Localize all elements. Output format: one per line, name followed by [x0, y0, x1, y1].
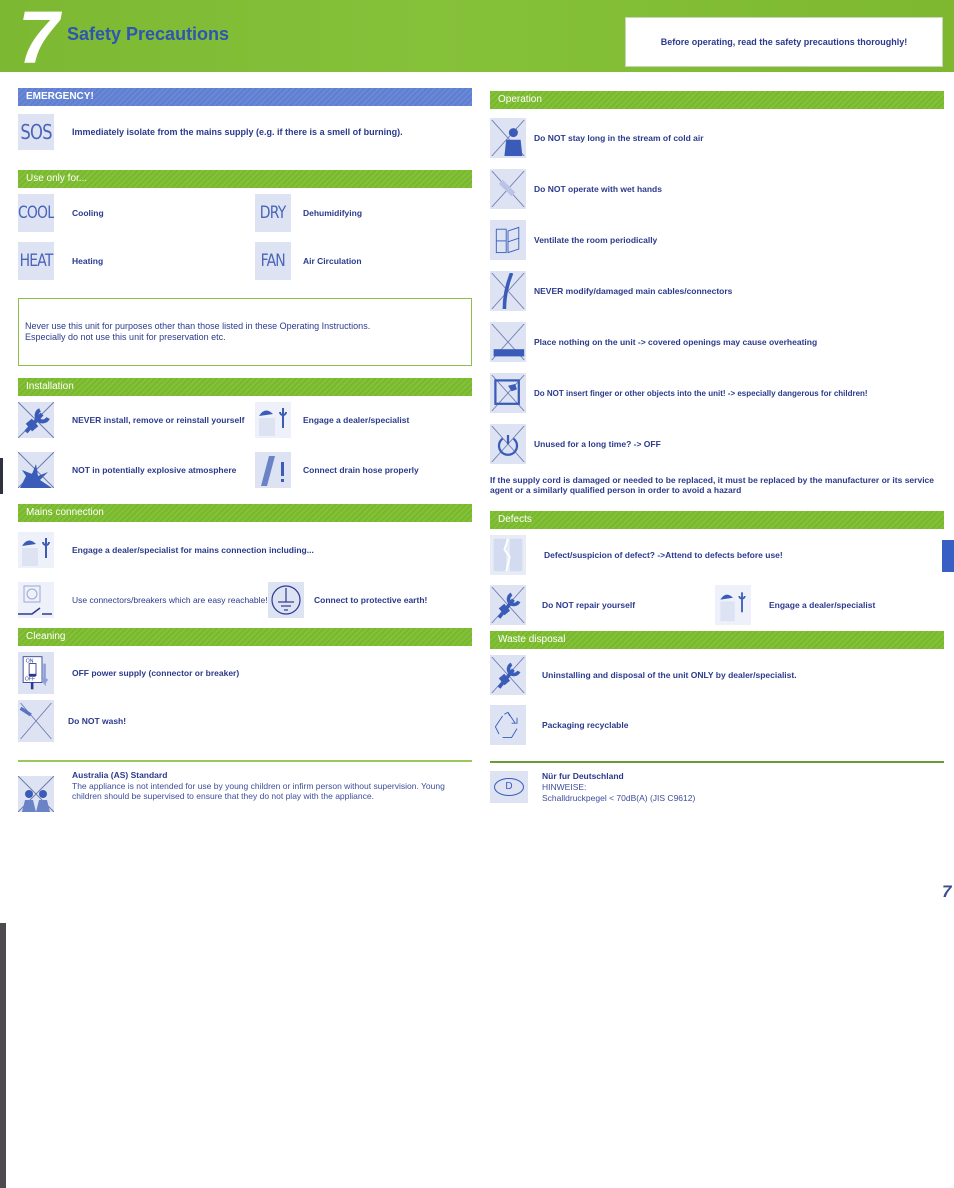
operation-item: Do NOT stay long in the stream of cold a…	[490, 115, 944, 161]
australia-standard-note: Australia (AS) Standard The appliance is…	[18, 770, 472, 812]
usage-warning-box: Never use this unit for purposes other t…	[18, 298, 472, 366]
no-wash-icon	[18, 700, 54, 742]
recycle-icon	[490, 705, 526, 745]
no-cover-icon	[490, 322, 526, 362]
dry-icon: DRY	[255, 194, 291, 232]
cleaning-item: Do NOT wash!	[18, 700, 472, 742]
ventilate-window-icon	[490, 220, 526, 260]
defects-item: Engage a dealer/specialist	[715, 585, 944, 625]
fan-icon: FAN	[255, 242, 291, 280]
section-heading-mains-connection: Mains connection	[18, 504, 472, 522]
no-cold-air-icon	[490, 118, 526, 158]
defects-item: Do NOT repair yourself	[490, 585, 715, 625]
country-d-icon: D	[490, 770, 528, 803]
use-item-air-circulation: FAN Air Circulation	[255, 242, 472, 280]
mains-item: Engage a dealer/specialist for mains con…	[18, 532, 472, 568]
safety-notice-text: Before operating, read the safety precau…	[660, 37, 908, 47]
page-number: 7	[942, 882, 952, 901]
installation-item: NEVER install, remove or reinstall yours…	[18, 402, 255, 438]
specialist-icon	[715, 585, 751, 625]
cool-icon: COOL	[18, 194, 54, 232]
germany-note: D Nür fur Deutschland HINWEISE: Schalldr…	[490, 770, 944, 804]
drain-hose-icon	[255, 452, 291, 488]
usage-warning-line1: Never use this unit for purposes other t…	[25, 321, 371, 331]
chapter-side-tab	[942, 540, 954, 572]
installation-grid: NEVER install, remove or reinstall yours…	[18, 402, 472, 488]
australia-text: The appliance is not intended for use by…	[72, 781, 445, 801]
use-item-cooling: COOL Cooling	[18, 194, 255, 232]
cleaning-item: ON OFF OFF power supply (connector or bre…	[18, 652, 472, 694]
divider	[490, 761, 944, 763]
power-icon	[490, 424, 526, 464]
no-cable-modify-icon	[490, 271, 526, 311]
operation-item: NEVER modify/damaged main cables/connect…	[490, 268, 944, 314]
no-finger-icon	[490, 373, 526, 413]
section-heading-operation: Operation	[490, 91, 944, 109]
operation-item: Place nothing on the unit -> covered ope…	[490, 319, 944, 365]
section-heading-waste-disposal: Waste disposal	[490, 631, 944, 649]
section-heading-cleaning: Cleaning	[18, 628, 472, 646]
defects-grid: Do NOT repair yourself Engage a dealer/s…	[490, 585, 944, 625]
power-off-switch-icon: ON OFF	[18, 652, 54, 694]
australia-text-block: Australia (AS) Standard The appliance is…	[72, 770, 472, 801]
emergency-item: SOS Immediately isolate from the mains s…	[18, 114, 472, 150]
safety-notice-box: Before operating, read the safety precau…	[625, 17, 943, 67]
use-item-dehumidifying: DRY Dehumidifying	[255, 194, 472, 232]
australia-title: Australia (AS) Standard	[72, 770, 168, 780]
supply-cord-note: If the supply cord is damaged or needed …	[490, 475, 935, 495]
earth-icon	[268, 582, 304, 618]
no-children-icon	[18, 776, 54, 812]
operation-item: Do NOT insert finger or other objects in…	[490, 370, 944, 416]
installation-item: Engage a dealer/specialist	[255, 402, 472, 438]
no-explosion-icon	[18, 452, 54, 488]
installation-item: Connect drain hose properly	[255, 452, 472, 488]
heat-icon: HEAT	[18, 242, 54, 280]
svg-text:OFF: OFF	[25, 677, 35, 683]
section-heading-installation: Installation	[18, 378, 472, 396]
no-tools-icon	[18, 402, 54, 438]
page-title: Safety Precautions	[67, 24, 230, 44]
germany-title: Nür fur Deutschland	[542, 770, 624, 781]
waste-item: Packaging recyclable	[490, 705, 944, 745]
use-item-heating: HEAT Heating	[18, 242, 255, 280]
right-column: Operation Do NOT stay long in the stream…	[490, 88, 944, 804]
specialist-icon	[18, 532, 54, 568]
sos-icon: SOS	[18, 114, 54, 150]
operation-item: Unused for a long time? -> OFF	[490, 421, 944, 467]
operation-item: Ventilate the room periodically	[490, 217, 944, 263]
germany-sound-level: Schalldruckpegel < 70dB(A) (JIS C9612)	[542, 792, 696, 803]
no-tools-icon	[490, 655, 526, 695]
chapter-number: 7	[18, 0, 60, 79]
germany-hinweise: HINWEISE:	[542, 781, 587, 792]
usage-warning-line2: Especially do not use this unit for pres…	[25, 332, 226, 342]
defect-icon	[490, 535, 526, 575]
defects-item: Defect/suspicion of defect? ->Attend to …	[490, 535, 944, 575]
scan-edge-mark	[0, 458, 3, 494]
germany-text-block: Nür fur Deutschland HINWEISE: Schalldruc…	[542, 771, 695, 804]
breaker-icon	[18, 582, 54, 618]
mains-grid: Use connectors/breakers which are easy r…	[18, 582, 472, 618]
waste-item: Uninstalling and disposal of the unit ON…	[490, 655, 944, 695]
page-header: 7 Safety Precautions Before operating, r…	[0, 0, 954, 79]
installation-item: NOT in potentially explosive atmosphere	[18, 452, 255, 488]
divider	[18, 760, 472, 762]
mains-item: Use connectors/breakers which are easy r…	[18, 582, 268, 618]
use-only-grid: COOL Cooling DRY Dehumidifying HEAT Heat…	[18, 194, 472, 280]
emergency-text: Immediately isolate from the mains suppl…	[72, 126, 403, 137]
section-heading-defects: Defects	[490, 511, 944, 529]
section-heading-emergency: EMERGENCY!	[18, 88, 472, 106]
operation-item: Do NOT operate with wet hands	[490, 166, 944, 212]
mains-item: Connect to protective earth!	[268, 582, 472, 618]
specialist-icon	[255, 402, 291, 438]
scan-edge-shadow	[0, 923, 6, 1188]
no-wet-hands-icon	[490, 169, 526, 209]
section-heading-use-only: Use only for...	[18, 170, 472, 188]
left-column: EMERGENCY! SOS Immediately isolate from …	[18, 88, 472, 812]
no-repair-icon	[490, 585, 526, 625]
